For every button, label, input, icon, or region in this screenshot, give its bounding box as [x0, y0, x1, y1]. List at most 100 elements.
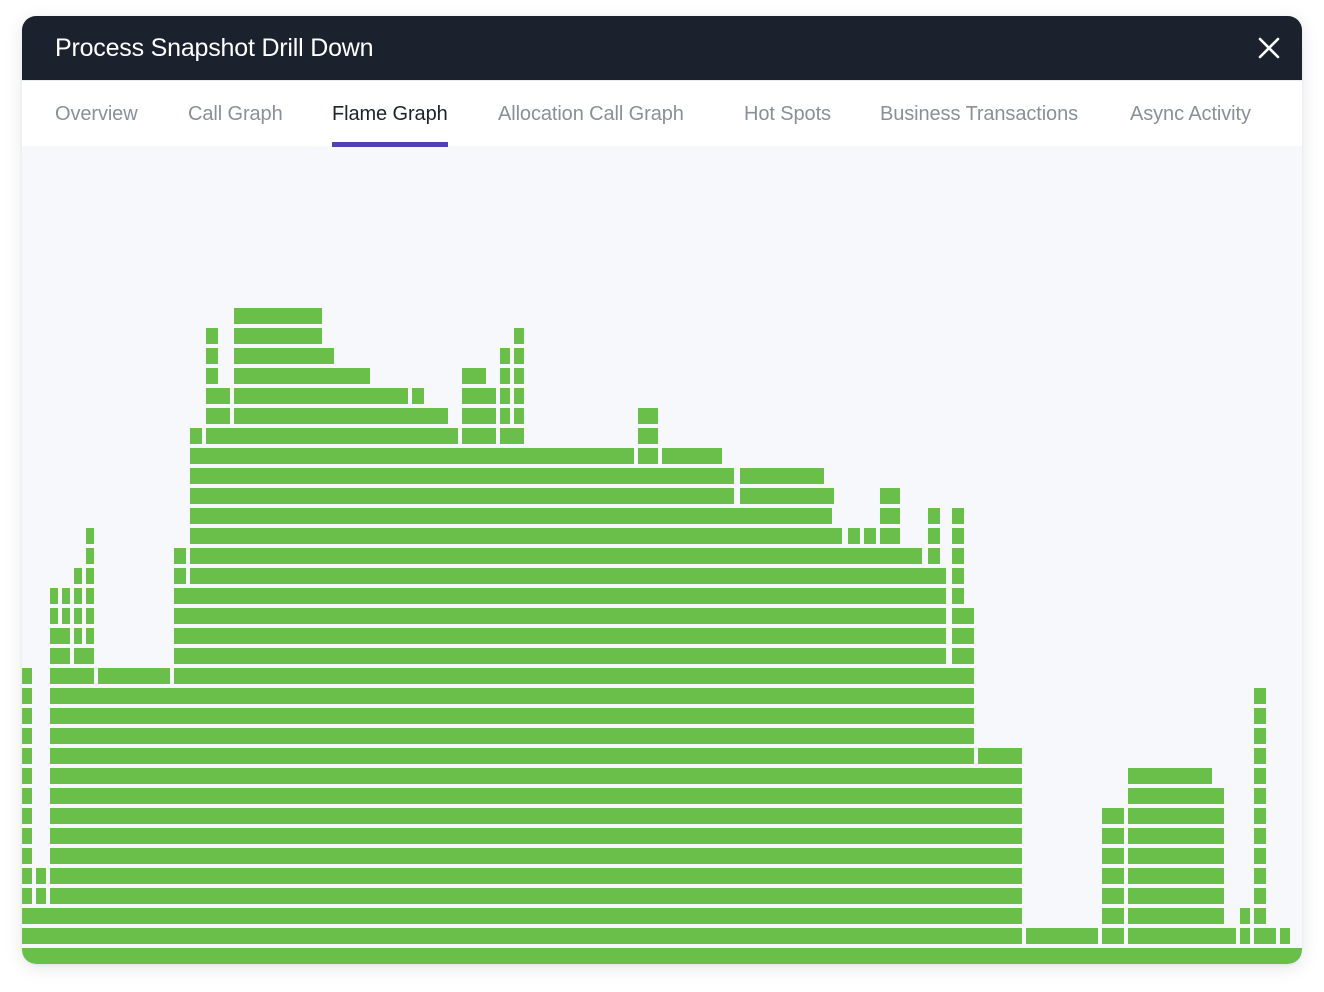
- flame-frame[interactable]: [174, 608, 946, 624]
- flame-frame[interactable]: [174, 628, 946, 644]
- flame-frame[interactable]: [206, 348, 218, 364]
- flame-frame[interactable]: [22, 888, 32, 904]
- tab-business-transactions[interactable]: Business Transactions: [880, 99, 1078, 129]
- flame-frame[interactable]: [1128, 768, 1212, 784]
- flame-frame[interactable]: [190, 548, 922, 564]
- flame-frame[interactable]: [86, 608, 94, 624]
- flame-frame[interactable]: [1254, 768, 1266, 784]
- flame-frame[interactable]: [412, 388, 424, 404]
- flame-frame[interactable]: [50, 748, 974, 764]
- flame-frame[interactable]: [462, 388, 496, 404]
- flame-frame[interactable]: [22, 708, 32, 724]
- flame-frame[interactable]: [848, 528, 860, 544]
- flame-frame[interactable]: [234, 328, 322, 344]
- flame-frame[interactable]: [1254, 808, 1266, 824]
- flame-frame[interactable]: [50, 768, 1022, 784]
- flame-frame[interactable]: [1102, 868, 1124, 884]
- flame-frame[interactable]: [50, 668, 94, 684]
- tab-flame-graph[interactable]: Flame Graph: [332, 99, 448, 147]
- flame-frame[interactable]: [514, 368, 524, 384]
- flame-frame[interactable]: [1254, 748, 1266, 764]
- flame-frame[interactable]: [50, 868, 1022, 884]
- flame-frame[interactable]: [1128, 828, 1224, 844]
- flame-frame[interactable]: [36, 868, 46, 884]
- flame-frame[interactable]: [206, 408, 230, 424]
- flame-frame[interactable]: [50, 848, 1022, 864]
- flame-frame[interactable]: [514, 328, 524, 344]
- flame-frame[interactable]: [234, 388, 408, 404]
- flame-frame[interactable]: [86, 568, 94, 584]
- flame-frame[interactable]: [1128, 888, 1224, 904]
- flame-frame[interactable]: [74, 608, 82, 624]
- flame-frame[interactable]: [98, 668, 170, 684]
- tab-allocation-call-graph[interactable]: Allocation Call Graph: [498, 99, 684, 129]
- flame-frame[interactable]: [234, 348, 334, 364]
- flame-frame[interactable]: [206, 388, 230, 404]
- flame-frame[interactable]: [1102, 828, 1124, 844]
- flame-frame[interactable]: [22, 908, 1022, 924]
- flame-frame[interactable]: [638, 428, 658, 444]
- flame-frame[interactable]: [500, 428, 524, 444]
- flame-frame[interactable]: [62, 608, 70, 624]
- flame-frame[interactable]: [462, 368, 486, 384]
- flame-frame[interactable]: [1240, 928, 1250, 944]
- flame-frame[interactable]: [1102, 888, 1124, 904]
- flame-frame[interactable]: [952, 548, 964, 564]
- flame-frame[interactable]: [74, 588, 82, 604]
- flame-frame[interactable]: [206, 368, 218, 384]
- flame-frame[interactable]: [462, 428, 496, 444]
- flame-frame[interactable]: [74, 648, 94, 664]
- flame-frame[interactable]: [1240, 908, 1250, 924]
- flame-frame[interactable]: [190, 468, 734, 484]
- flame-frame[interactable]: [1102, 928, 1124, 944]
- flame-frame[interactable]: [1128, 868, 1224, 884]
- flame-frame[interactable]: [1102, 848, 1124, 864]
- flame-frame[interactable]: [22, 788, 32, 804]
- flame-frame[interactable]: [190, 448, 634, 464]
- flame-frame[interactable]: [22, 748, 32, 764]
- flame-frame[interactable]: [50, 708, 974, 724]
- flame-frame[interactable]: [638, 448, 658, 464]
- flame-frame[interactable]: [86, 548, 94, 564]
- flame-frame[interactable]: [1254, 688, 1266, 704]
- flame-frame[interactable]: [514, 348, 524, 364]
- flame-frame[interactable]: [662, 448, 722, 464]
- flame-frame[interactable]: [86, 528, 94, 544]
- flame-frame[interactable]: [206, 328, 218, 344]
- flame-frame[interactable]: [50, 688, 974, 704]
- flame-frame[interactable]: [22, 848, 32, 864]
- tab-async-activity[interactable]: Async Activity: [1130, 99, 1251, 129]
- flame-frame[interactable]: [36, 888, 46, 904]
- flame-frame[interactable]: [86, 588, 94, 604]
- tab-hot-spots[interactable]: Hot Spots: [744, 99, 831, 129]
- flame-frame[interactable]: [22, 868, 32, 884]
- flame-frame[interactable]: [50, 828, 1022, 844]
- flame-frame[interactable]: [462, 408, 496, 424]
- flame-frame[interactable]: [22, 928, 1022, 944]
- flame-frame[interactable]: [1254, 828, 1266, 844]
- flame-frame[interactable]: [50, 808, 1022, 824]
- flame-frame[interactable]: [234, 408, 448, 424]
- flame-frame[interactable]: [1254, 788, 1266, 804]
- flame-frame[interactable]: [514, 388, 524, 404]
- flame-frame[interactable]: [1254, 708, 1266, 724]
- flame-frame[interactable]: [500, 368, 510, 384]
- flame-frame[interactable]: [1254, 928, 1276, 944]
- flame-frame[interactable]: [190, 428, 202, 444]
- flame-frame[interactable]: [1128, 908, 1224, 924]
- flame-frame[interactable]: [174, 568, 186, 584]
- flame-frame[interactable]: [500, 348, 510, 364]
- close-button[interactable]: [1256, 35, 1282, 61]
- flame-frame[interactable]: [1254, 728, 1266, 744]
- flame-frame[interactable]: [740, 488, 834, 504]
- flame-frame[interactable]: [86, 628, 94, 644]
- flame-frame[interactable]: [500, 388, 510, 404]
- flame-frame[interactable]: [952, 648, 974, 664]
- flame-frame[interactable]: [50, 788, 1022, 804]
- flame-frame[interactable]: [1102, 808, 1124, 824]
- flame-frame[interactable]: [928, 508, 940, 524]
- flame-frame[interactable]: [1128, 928, 1236, 944]
- flame-frame[interactable]: [952, 608, 974, 624]
- flame-frame[interactable]: [952, 588, 964, 604]
- flame-frame[interactable]: [22, 768, 32, 784]
